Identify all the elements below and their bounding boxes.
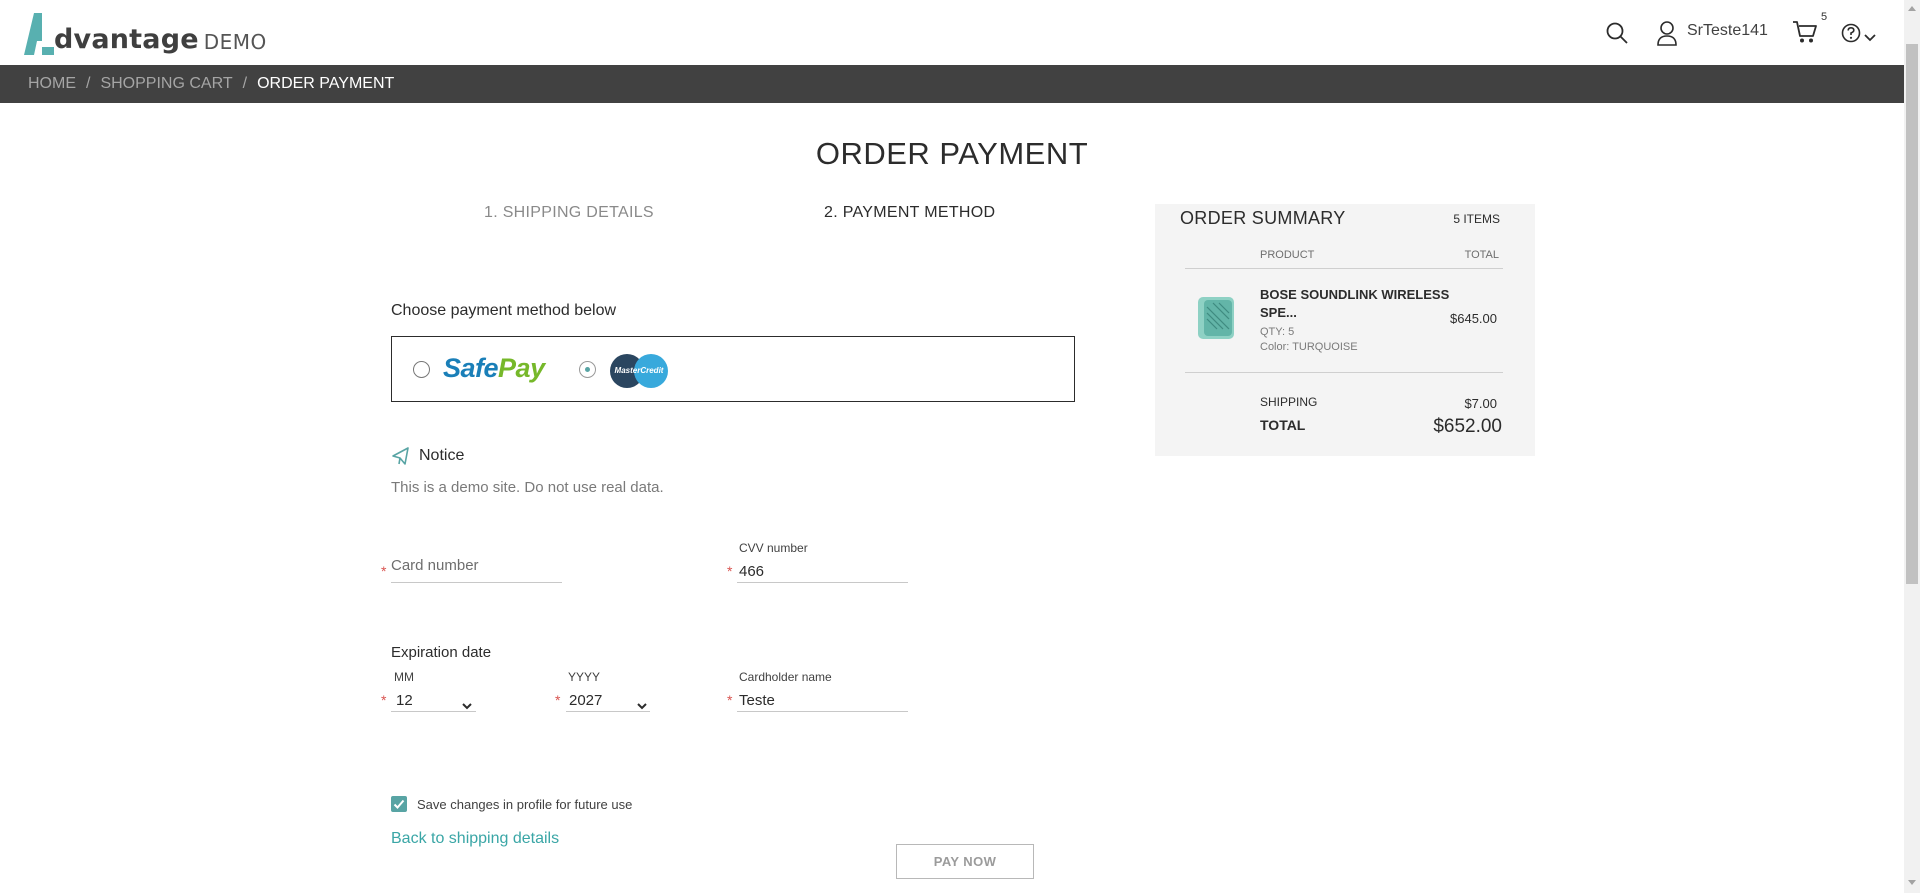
chevron-down-icon bbox=[637, 697, 647, 715]
scrollbar-thumb[interactable] bbox=[1906, 44, 1918, 584]
order-summary: ORDER SUMMARY 5 ITEMS PRODUCT TOTAL BOSE… bbox=[1155, 204, 1535, 456]
total-value: $652.00 bbox=[1433, 416, 1502, 437]
product-price: $645.00 bbox=[1450, 311, 1497, 326]
logo-mark-icon bbox=[22, 11, 56, 57]
safepay-logo-part1: Safe bbox=[443, 353, 499, 383]
card-number-input[interactable] bbox=[391, 553, 561, 577]
column-header-product: PRODUCT bbox=[1260, 249, 1315, 261]
checkmark-icon bbox=[393, 799, 405, 809]
user-icon[interactable] bbox=[1656, 20, 1678, 51]
logo-wordmark: dvantage bbox=[54, 24, 199, 55]
save-profile-label[interactable]: Save changes in profile for future use bbox=[417, 797, 632, 812]
cardholder-underline bbox=[737, 711, 908, 712]
cvv-input[interactable] bbox=[739, 559, 907, 583]
summary-divider bbox=[1185, 268, 1503, 269]
product-color: Color: TURQUOISE bbox=[1260, 341, 1358, 353]
month-select-value: 12 bbox=[396, 692, 413, 709]
month-underline bbox=[391, 711, 476, 712]
logo[interactable]: dvantage DEMO bbox=[22, 9, 267, 57]
shipping-label: SHIPPING bbox=[1260, 395, 1318, 409]
card-number-underline bbox=[391, 582, 562, 583]
breadcrumb-shopping-cart[interactable]: SHOPPING CART bbox=[100, 75, 232, 93]
required-asterisk: * bbox=[727, 563, 733, 579]
cardholder-input[interactable] bbox=[739, 688, 907, 712]
year-select-value: 2027 bbox=[569, 692, 603, 709]
shipping-value: $7.00 bbox=[1464, 396, 1497, 411]
scroll-up-arrow-icon[interactable] bbox=[1908, 6, 1916, 11]
month-label: MM bbox=[394, 670, 414, 684]
pay-now-button[interactable]: PAY NOW bbox=[896, 844, 1034, 879]
cardholder-label: Cardholder name bbox=[739, 670, 832, 684]
breadcrumb-separator: / bbox=[86, 75, 91, 92]
step-payment-method: 2. PAYMENT METHOD bbox=[824, 204, 996, 221]
mastercredit-radio[interactable] bbox=[579, 361, 596, 378]
required-asterisk: * bbox=[555, 692, 561, 708]
step-shipping-details[interactable]: 1. SHIPPING DETAILS bbox=[484, 204, 654, 222]
product-name[interactable]: BOSE SOUNDLINK WIRELESS SPE... bbox=[1260, 286, 1450, 322]
page-title: ORDER PAYMENT bbox=[815, 136, 1089, 171]
megaphone-icon bbox=[391, 446, 411, 471]
notice-title: Notice bbox=[419, 447, 465, 464]
breadcrumb-home[interactable]: HOME bbox=[28, 75, 76, 93]
required-asterisk: * bbox=[727, 692, 733, 708]
breadcrumb: HOME / SHOPPING CART / ORDER PAYMENT bbox=[0, 65, 1904, 103]
choose-payment-label: Choose payment method below bbox=[391, 302, 617, 319]
breadcrumb-separator: / bbox=[242, 75, 248, 92]
order-summary-item-count: 5 ITEMS bbox=[1453, 212, 1500, 226]
chevron-down-icon[interactable] bbox=[1864, 29, 1876, 47]
product-quantity: QTY: 5 bbox=[1260, 326, 1295, 338]
summary-divider bbox=[1185, 372, 1503, 373]
total-label: TOTAL bbox=[1260, 417, 1306, 433]
safepay-logo[interactable]: SafePay bbox=[443, 353, 545, 384]
page-scrollbar[interactable] bbox=[1904, 0, 1920, 893]
site-header: dvantage DEMO SrTeste141 5 bbox=[0, 0, 1904, 65]
cart-count-badge: 5 bbox=[1821, 11, 1828, 23]
safepay-logo-part2: Pay bbox=[498, 353, 545, 383]
payment-method-box: SafePay MasterCredit bbox=[391, 336, 1075, 402]
user-name[interactable]: SrTeste141 bbox=[1687, 22, 1768, 40]
search-icon[interactable] bbox=[1605, 21, 1629, 50]
back-to-shipping-link[interactable]: Back to shipping details bbox=[391, 830, 559, 848]
mastercredit-logo-text: MasterCredit bbox=[614, 366, 664, 375]
logo-demo-label: DEMO bbox=[203, 30, 267, 54]
column-header-total: TOTAL bbox=[1464, 249, 1499, 261]
required-asterisk: * bbox=[381, 692, 387, 708]
year-label: YYYY bbox=[568, 670, 601, 684]
breadcrumb-order-payment: ORDER PAYMENT bbox=[257, 75, 395, 92]
save-profile-checkbox[interactable] bbox=[391, 796, 407, 812]
year-underline bbox=[566, 711, 650, 712]
help-icon[interactable] bbox=[1841, 23, 1861, 48]
cart-icon[interactable] bbox=[1792, 20, 1818, 49]
order-summary-title: ORDER SUMMARY bbox=[1180, 208, 1346, 228]
scroll-down-arrow-icon[interactable] bbox=[1908, 880, 1916, 885]
mastercredit-logo[interactable]: MasterCredit bbox=[610, 354, 668, 388]
safepay-radio[interactable] bbox=[413, 361, 430, 378]
cvv-label: CVV number bbox=[739, 541, 808, 555]
cvv-underline bbox=[737, 582, 908, 583]
product-image[interactable] bbox=[1195, 295, 1237, 341]
expiration-date-label: Expiration date bbox=[391, 644, 492, 661]
required-asterisk: * bbox=[381, 563, 387, 579]
chevron-down-icon bbox=[462, 697, 472, 715]
notice-text: This is a demo site. Do not use real dat… bbox=[391, 479, 664, 496]
